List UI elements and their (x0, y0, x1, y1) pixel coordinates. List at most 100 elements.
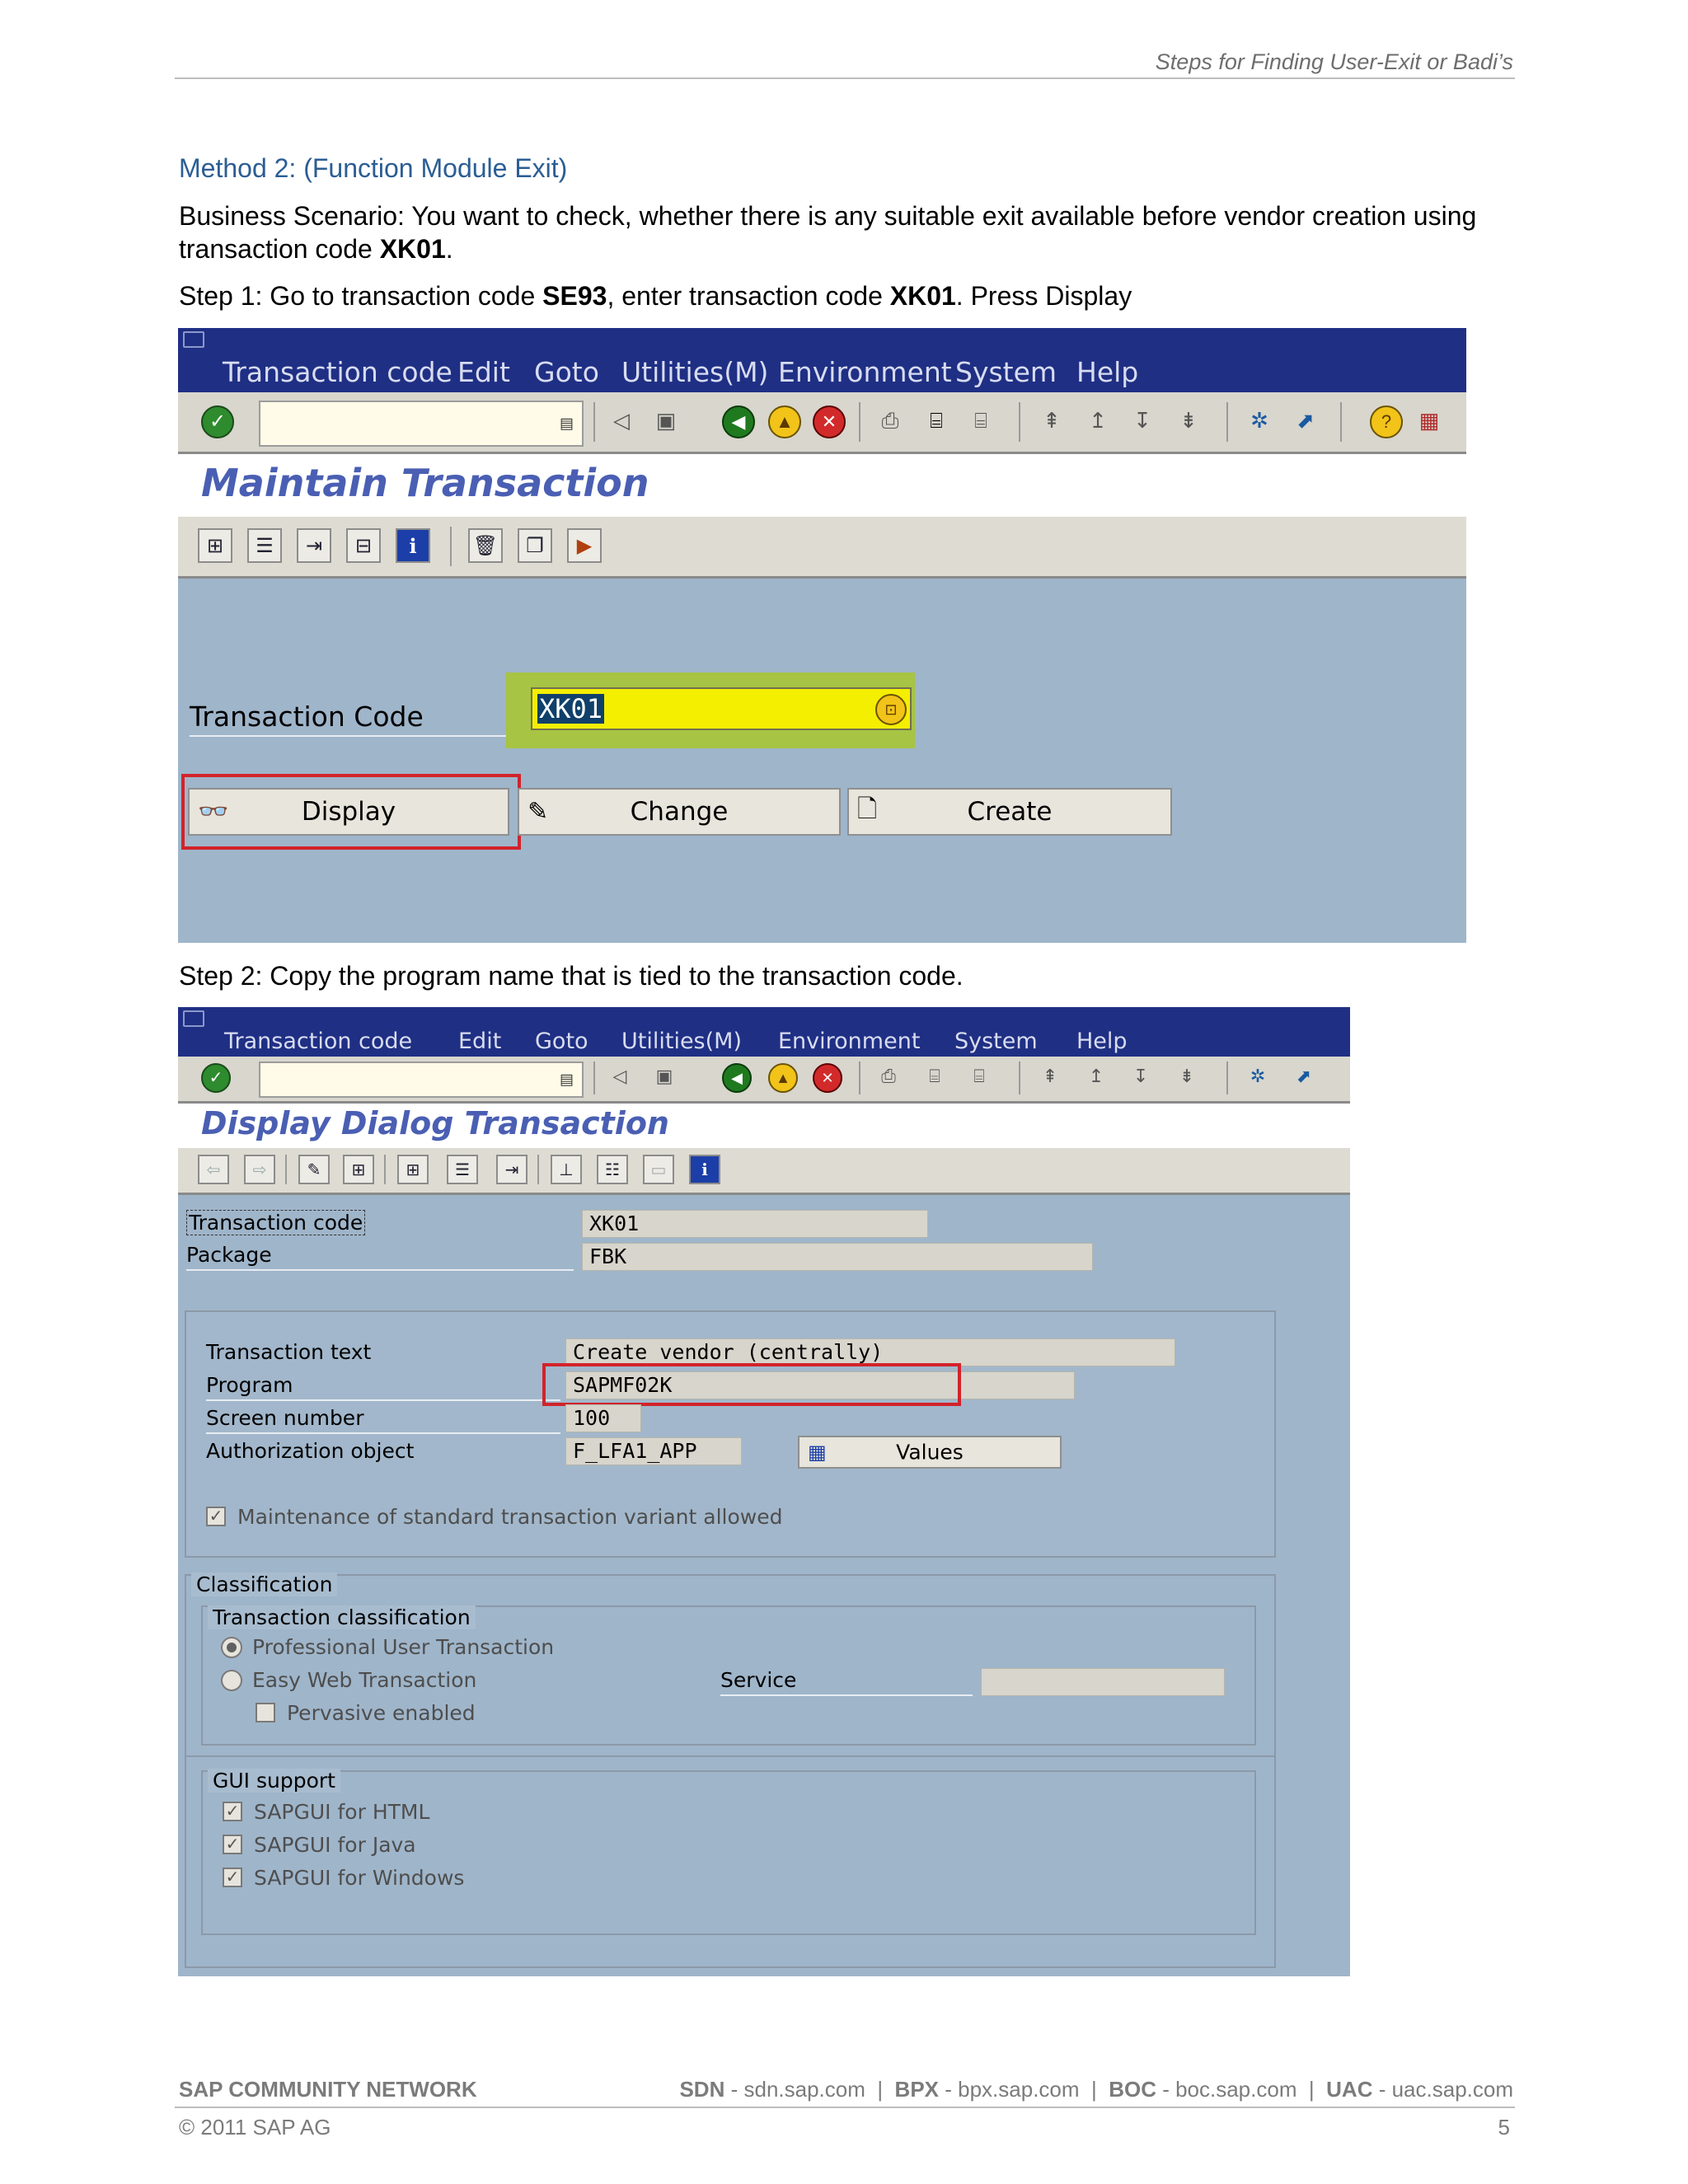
delete-icon[interactable]: 🗑 (468, 528, 503, 563)
change-button[interactable]: ✎ Change (518, 788, 841, 836)
menu-edit[interactable]: Edit (457, 356, 510, 388)
create-session-icon[interactable]: ✲ (1245, 405, 1274, 435)
create-button[interactable]: 🗋 Create (847, 788, 1172, 836)
menu-system[interactable]: System (954, 1029, 1038, 1054)
highlight-program-field (542, 1363, 961, 1406)
menu-goto[interactable]: Goto (534, 356, 599, 388)
footer-sdn-link[interactable]: sdn.sap.com (743, 2077, 865, 2102)
last-page-icon[interactable]: ⇟ (1174, 1063, 1200, 1090)
authorization-object-value: F_LFA1_APP (565, 1437, 742, 1465)
professional-label: Professional User Transaction (252, 1635, 555, 1659)
create-session-icon[interactable]: ✲ (1245, 1063, 1271, 1090)
menu-utilities[interactable]: Utilities(M) (621, 1029, 742, 1054)
display-change-icon[interactable]: ✎ (298, 1155, 330, 1184)
left-arrow-icon[interactable]: ◁ (607, 1063, 633, 1090)
first-page-icon[interactable]: ⇞ (1037, 405, 1067, 435)
find-icon[interactable]: ⌸ (921, 1063, 948, 1090)
object-list-icon[interactable]: ⊞ (397, 1155, 429, 1184)
where-used-icon[interactable]: ⊟ (346, 528, 381, 563)
transaction-classification-title: Transaction classification (208, 1605, 476, 1629)
values-button[interactable]: ▦ Values (798, 1436, 1062, 1469)
back-icon[interactable]: ◀ (722, 405, 755, 438)
screen-number-value: 100 (565, 1404, 641, 1432)
next-object-icon[interactable]: ⇨ (244, 1155, 275, 1184)
menu-utilities[interactable]: Utilities(M) (621, 356, 768, 388)
footer-bpx-link[interactable]: bpx.sap.com (958, 2077, 1079, 2102)
page-number: 5 (1498, 2115, 1510, 2139)
pervasive-checkbox[interactable] (256, 1703, 275, 1722)
info-icon[interactable]: i (689, 1155, 720, 1184)
next-page-icon[interactable]: ↧ (1128, 1063, 1154, 1090)
step1-middle: , enter transaction code (607, 281, 890, 311)
footer-uac-link[interactable]: uac.sap.com (1392, 2077, 1513, 2102)
command-history-icon[interactable]: ▤ (560, 1071, 574, 1089)
scenario-suffix: . (445, 234, 453, 264)
command-field[interactable]: ▤ (259, 1062, 584, 1098)
navigation-window-icon[interactable]: ⇥ (496, 1155, 528, 1184)
menu-transaction-code[interactable]: Transaction code (224, 1029, 412, 1054)
layout-icon[interactable]: ▭ (643, 1155, 674, 1184)
step2-paragraph: Step 2: Copy the program name that is ti… (179, 961, 964, 991)
other-object-icon[interactable]: ⊞ (198, 528, 232, 563)
enter-icon[interactable]: ✓ (201, 1063, 231, 1093)
title-band: Display Dialog Transaction (178, 1104, 1350, 1148)
help-icon[interactable]: ? (1370, 405, 1403, 438)
menu-environment[interactable]: Environment (778, 356, 952, 388)
value-help-icon[interactable]: ⊡ (875, 694, 907, 725)
menu-transaction-code[interactable]: Transaction code (223, 356, 452, 388)
other-object-icon[interactable]: ⊞ (343, 1155, 374, 1184)
layout-menu-icon[interactable]: ▦ (1414, 405, 1444, 435)
save-icon[interactable]: ▣ (651, 1063, 678, 1090)
step1-code2: XK01 (889, 281, 956, 311)
transaction-code-label: Transaction Code (190, 701, 424, 733)
previous-object-icon[interactable]: ⇦ (198, 1155, 229, 1184)
enter-icon[interactable]: ✓ (201, 405, 234, 438)
footer-boc-link[interactable]: boc.sap.com (1175, 2077, 1296, 2102)
left-arrow-icon[interactable]: ◁ (607, 405, 636, 435)
exit-icon[interactable]: ▲ (768, 405, 801, 438)
easy-web-radio[interactable] (221, 1670, 242, 1691)
last-page-icon[interactable]: ⇟ (1174, 405, 1203, 435)
find-icon[interactable]: ⌸ (921, 405, 951, 435)
display-object-list-icon[interactable]: ☰ (247, 528, 282, 563)
save-icon[interactable]: ▣ (651, 405, 681, 435)
print-preview-icon[interactable]: ☷ (597, 1155, 628, 1184)
info-icon[interactable]: i (396, 528, 430, 563)
test-execute-icon[interactable]: ▶ (567, 528, 602, 563)
scenario-code: XK01 (379, 234, 446, 264)
find-next-icon[interactable]: ⌸ (966, 1063, 992, 1090)
copy-icon[interactable]: ❐ (518, 528, 552, 563)
menu-system[interactable]: System (955, 356, 1057, 388)
sap-screen-display-dialog-transaction: Transaction code Edit Goto Utilities(M) … (178, 1007, 1350, 1976)
next-page-icon[interactable]: ↧ (1128, 405, 1157, 435)
cancel-icon[interactable]: ✕ (813, 1063, 842, 1093)
maintenance-checkbox[interactable]: ✓ (206, 1507, 226, 1526)
toolbar-separator (450, 527, 452, 566)
shortcut-icon[interactable]: ⬈ (1291, 405, 1320, 435)
navigation-window-icon[interactable]: ⇥ (297, 528, 331, 563)
transaction-text-label: Transaction text (206, 1340, 372, 1364)
exit-icon[interactable]: ▲ (768, 1063, 798, 1093)
cancel-icon[interactable]: ✕ (813, 405, 846, 438)
menu-edit[interactable]: Edit (458, 1029, 501, 1054)
previous-page-icon[interactable]: ↥ (1083, 1063, 1109, 1090)
professional-radio[interactable] (221, 1637, 242, 1658)
menu-help[interactable]: Help (1076, 1029, 1128, 1054)
first-page-icon[interactable]: ⇞ (1037, 1063, 1063, 1090)
menu-goto[interactable]: Goto (535, 1029, 588, 1054)
menu-help[interactable]: Help (1076, 356, 1138, 388)
previous-page-icon[interactable]: ↥ (1083, 405, 1113, 435)
print-icon[interactable]: ⎙ (875, 405, 905, 435)
hierarchy-icon[interactable]: ⊥ (551, 1155, 582, 1184)
command-field[interactable]: ▤ (259, 401, 584, 447)
find-next-icon[interactable]: ⌸ (966, 405, 996, 435)
maintenance-label: Maintenance of standard transaction vari… (237, 1505, 783, 1529)
shortcut-icon[interactable]: ⬈ (1291, 1063, 1317, 1090)
command-history-icon[interactable]: ▤ (560, 415, 574, 433)
back-icon[interactable]: ◀ (722, 1063, 752, 1093)
print-icon[interactable]: ⎙ (875, 1063, 902, 1090)
display-object-list-icon[interactable]: ☰ (447, 1155, 478, 1184)
transaction-code-input[interactable]: XK01 ⊡ (531, 687, 912, 730)
footer-links: SDN - sdn.sap.com | BPX - bpx.sap.com | … (679, 2077, 1513, 2102)
menu-environment[interactable]: Environment (778, 1029, 920, 1054)
